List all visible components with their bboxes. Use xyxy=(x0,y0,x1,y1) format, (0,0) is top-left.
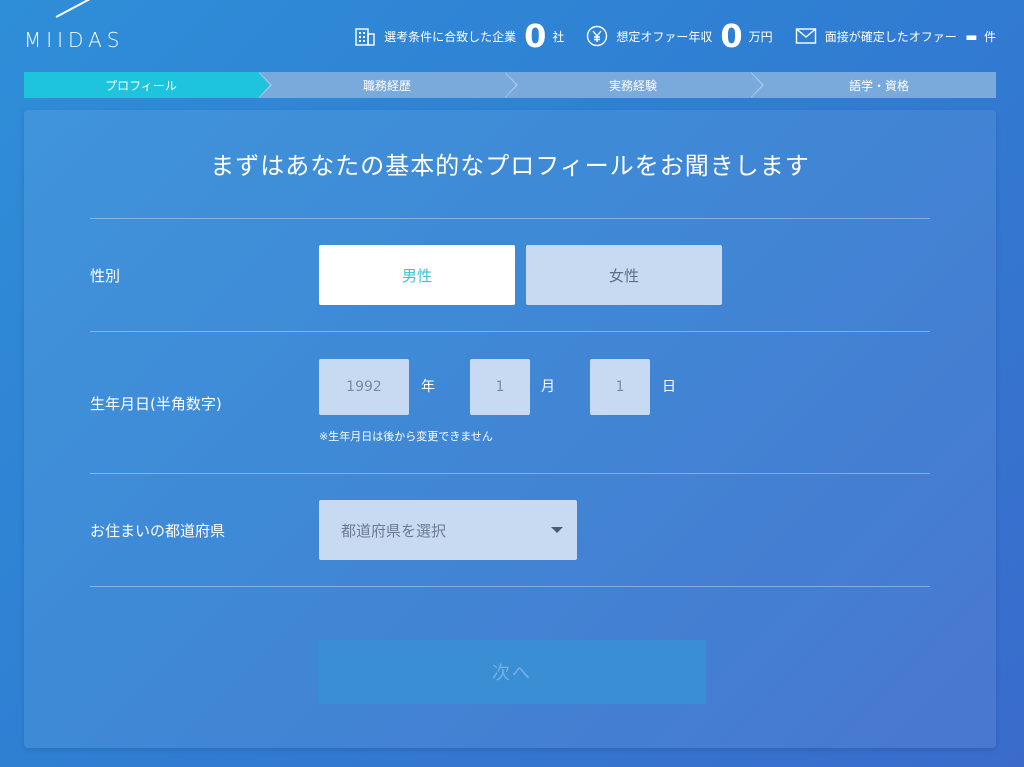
step-languages-qualifications: 語学・資格 xyxy=(750,72,996,98)
caret-down-icon xyxy=(551,527,563,533)
stat-matched-companies: 選考条件に合致した企業 0 社 xyxy=(354,20,564,52)
step-separator xyxy=(751,72,764,98)
divider xyxy=(90,473,930,474)
birth-day-value: 1 xyxy=(615,379,625,395)
header: MIIDAS 選考条件に合致した企業 0 社 想定オファー年収 0 万円 面接が… xyxy=(0,0,1024,70)
gender-option-label: 男性 xyxy=(401,266,432,285)
logo-text: MIIDAS xyxy=(24,28,125,52)
birth-month-value: 1 xyxy=(495,379,505,395)
step-profile: プロフィール xyxy=(24,72,272,98)
page-title: まずはあなたの基本的なプロフィールをお聞きします xyxy=(210,152,810,180)
step-label: 実務経験 xyxy=(608,78,657,93)
stat-label: 面接が確定したオファー xyxy=(824,29,957,44)
yen-icon xyxy=(586,25,608,47)
step-work-experience: 実務経験 xyxy=(504,72,764,98)
prefecture-select[interactable]: 都道府県を選択 xyxy=(319,500,577,560)
logo[interactable]: MIIDAS xyxy=(24,0,148,52)
next-button[interactable]: 次へ xyxy=(318,640,706,704)
month-unit: 月 xyxy=(541,379,555,395)
logo-slash xyxy=(55,0,97,18)
stats-bar: 選考条件に合致した企業 0 社 想定オファー年収 0 万円 面接が確定したオファ… xyxy=(332,14,996,58)
birth-year-input[interactable]: 1992 xyxy=(319,359,409,415)
stat-value: 0 xyxy=(720,17,743,55)
step-label: 職務経歴 xyxy=(362,78,411,93)
gender-male-button[interactable]: 男性 xyxy=(319,245,515,305)
birth-month-input[interactable]: 1 xyxy=(470,359,530,415)
divider xyxy=(90,218,930,219)
stat-label: 選考条件に合致した企業 xyxy=(384,29,517,44)
stat-label: 想定オファー年収 xyxy=(616,29,713,44)
year-unit: 年 xyxy=(421,379,435,395)
day-unit: 日 xyxy=(662,379,676,395)
gender-option-label: 女性 xyxy=(608,266,639,285)
gender-label: 性別 xyxy=(90,267,121,285)
prefecture-label: お住まいの都道府県 xyxy=(90,522,226,540)
stat-unit: 社 xyxy=(552,29,565,44)
stat-expected-salary: 想定オファー年収 0 万円 xyxy=(586,17,773,55)
birthday-note: ※生年月日は後から変更できません xyxy=(319,430,493,443)
birthday-label: 生年月日(半角数字) xyxy=(90,395,222,413)
prefecture-placeholder: 都道府県を選択 xyxy=(341,521,447,540)
next-button-label: 次へ xyxy=(492,663,532,684)
step-progress: プロフィール 職務経歴 実務経験 語学・資格 xyxy=(24,72,996,98)
step-separator xyxy=(505,72,518,98)
gender-female-button[interactable]: 女性 xyxy=(526,245,722,305)
step-label: 語学・資格 xyxy=(848,78,909,93)
stat-value: - xyxy=(964,17,978,55)
step-separator xyxy=(259,72,272,98)
birth-year-value: 1992 xyxy=(346,379,382,395)
birth-day-input[interactable]: 1 xyxy=(590,359,650,415)
stat-unit: 件 xyxy=(983,29,996,44)
divider xyxy=(90,586,930,587)
mail-icon xyxy=(795,25,817,47)
step-label: プロフィール xyxy=(105,78,177,93)
stat-value: 0 xyxy=(524,17,547,55)
step-work-history: 職務経歴 xyxy=(258,72,518,98)
profile-form-card: まずはあなたの基本的なプロフィールをお聞きします 性別 男性 女性 生年月日(半… xyxy=(24,110,996,748)
stat-unit: 万円 xyxy=(748,29,773,44)
divider xyxy=(90,331,930,332)
building-icon xyxy=(354,25,376,47)
stat-confirmed-interviews: 面接が確定したオファー - 件 xyxy=(795,20,996,52)
